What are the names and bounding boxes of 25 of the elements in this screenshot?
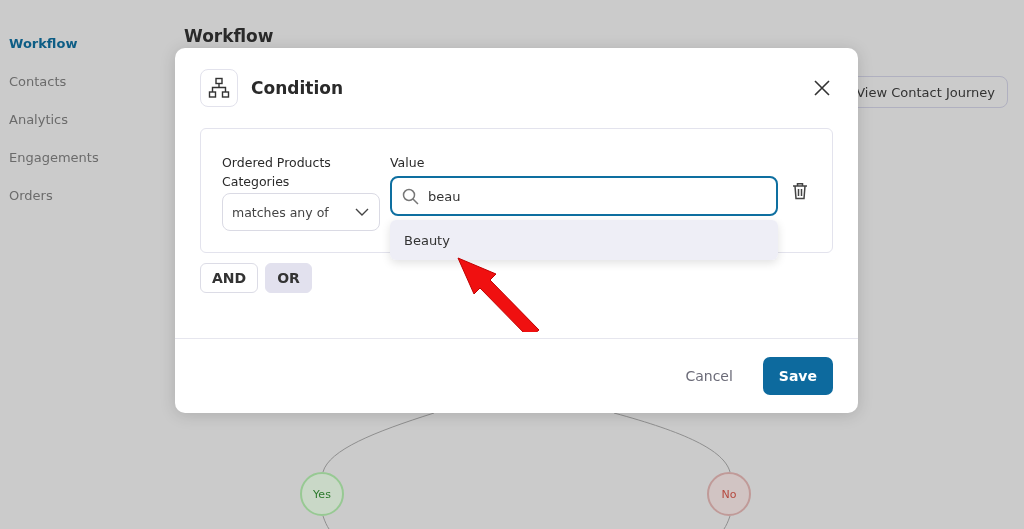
search-field[interactable]: beau (390, 176, 778, 216)
connector-line (723, 515, 731, 529)
trash-icon[interactable] (792, 182, 808, 200)
save-button[interactable]: Save (762, 357, 833, 395)
sidebar-item[interactable]: Orders (9, 185, 159, 207)
operator-select[interactable]: matches any of (222, 193, 380, 231)
page-title: Workflow (184, 26, 274, 46)
branch-node[interactable]: Yes (300, 472, 344, 516)
sidebar-item[interactable]: Contacts (9, 71, 159, 93)
field-label: Ordered Products Categories (222, 154, 332, 191)
logic-toggle[interactable]: OR (265, 263, 312, 293)
chevron-icon (355, 208, 369, 216)
dialog-title: Condition (251, 78, 344, 98)
suggestion-option[interactable]: Beauty (390, 220, 778, 260)
value-label: Value (390, 154, 426, 172)
sidebar-item[interactable]: Workflow (9, 33, 159, 55)
close-icon[interactable] (813, 79, 831, 97)
logic-toggle[interactable]: AND (200, 263, 259, 293)
search-icon (402, 187, 419, 205)
branch-node[interactable]: No (707, 472, 751, 516)
hierarchy-icon (200, 69, 238, 107)
sidebar-item[interactable]: Engagements (9, 147, 159, 169)
connector-line (322, 515, 330, 529)
sidebar-item[interactable]: Analytics (9, 109, 159, 131)
cancel-button[interactable]: Cancel (685, 368, 733, 384)
